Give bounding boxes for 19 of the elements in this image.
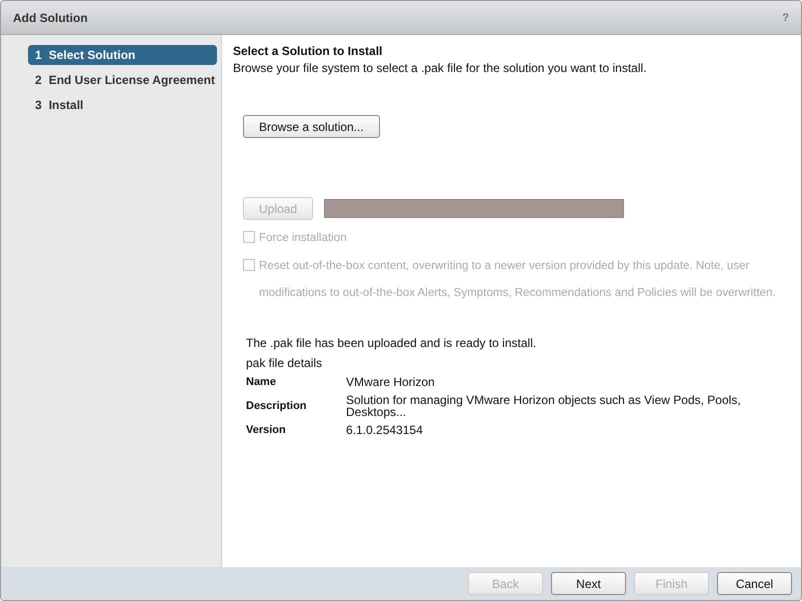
detail-label: Name <box>246 376 277 388</box>
option-label: Force installation <box>259 230 347 246</box>
details-title: pak file details <box>246 356 324 370</box>
detail-label: Version <box>246 424 287 436</box>
browse-button[interactable]: Browse a solution... <box>243 115 380 138</box>
detail-value: VMware Horizon <box>346 376 436 388</box>
detail-value: Solution for managing VMware Horizon objects such as View Pods, Pools, Desktops... <box>346 394 742 418</box>
wizard-step[interactable]: 1 Select Solution <box>28 45 217 65</box>
status-message: The .pak file has been uploaded and is ready to install. <box>246 336 538 350</box>
footer-button[interactable]: Cancel <box>717 572 792 595</box>
section-heading: Select a Solution to Install <box>233 44 384 58</box>
window-title: Add Solution <box>13 10 88 24</box>
instructions-text: Browse your file system to select a .pak file for the solution you want to install. <box>233 61 648 75</box>
wizard-step[interactable]: 3 Install <box>28 95 217 115</box>
detail-label: Description <box>246 400 308 412</box>
footer-button[interactable]: Next <box>551 572 626 595</box>
detail-value: 6.1.0.2543154 <box>346 424 424 436</box>
wizard-step[interactable]: 2 End User License Agreement <box>28 70 217 90</box>
option-label: Reset out-of-the-box content, overwriting to a newer version provided by this update. Note, user modifications to out-of-the-box Alerts, Symptoms, Recommendations and Policies will be overwritten. <box>259 258 777 301</box>
